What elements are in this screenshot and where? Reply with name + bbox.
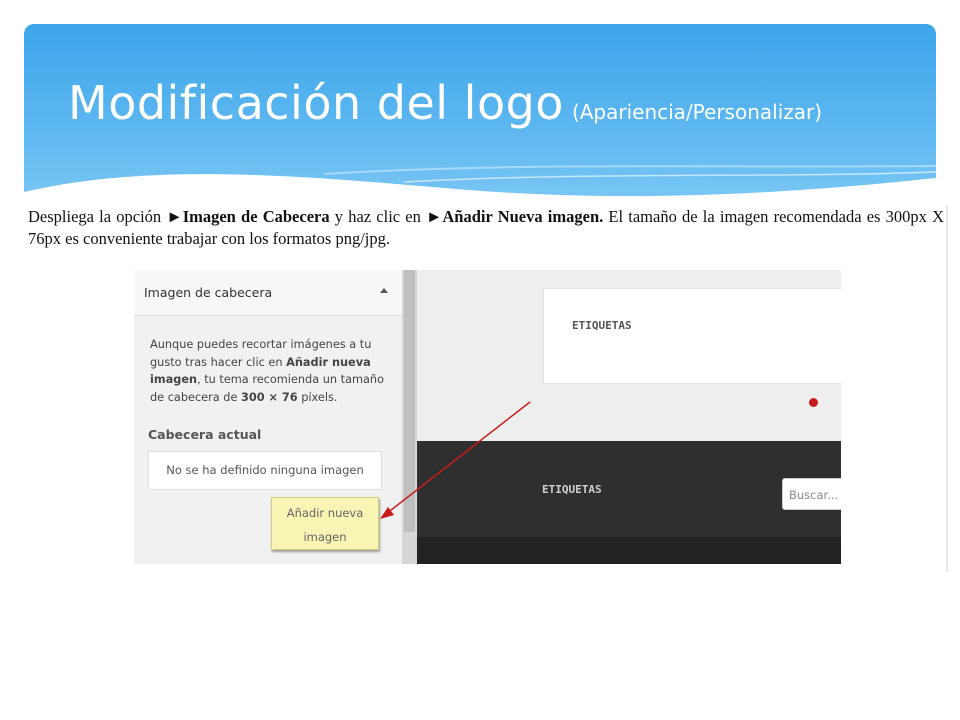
- slide-title: Modificación del logo (Apariencia/Persona…: [68, 76, 822, 130]
- frame-border: [946, 206, 948, 572]
- header-swoosh-decoration: [24, 165, 936, 200]
- instruction-bold-add-image: Añadir Nueva imagen.: [442, 207, 604, 226]
- instruction-part-3: y haz clic en: [329, 207, 427, 226]
- triangle-icon: ►: [426, 207, 443, 226]
- customizer-screenshot: Imagen de cabecera Aunque puedes recorta…: [134, 270, 841, 564]
- slide-title-main: Modificación del logo: [68, 76, 564, 130]
- red-arrow-icon: [380, 401, 531, 519]
- instruction-part-1: Despliega la opción: [28, 207, 167, 226]
- slide-header: Modificación del logo (Apariencia/Persona…: [24, 24, 936, 200]
- slide-title-subtitle: (Apariencia/Personalizar): [571, 100, 823, 124]
- triangle-icon: ►: [166, 207, 183, 226]
- instruction-text: Despliega la opción ►Imagen de Cabecera …: [28, 206, 944, 270]
- instruction-bold-header-image: Imagen de Cabecera: [182, 207, 330, 226]
